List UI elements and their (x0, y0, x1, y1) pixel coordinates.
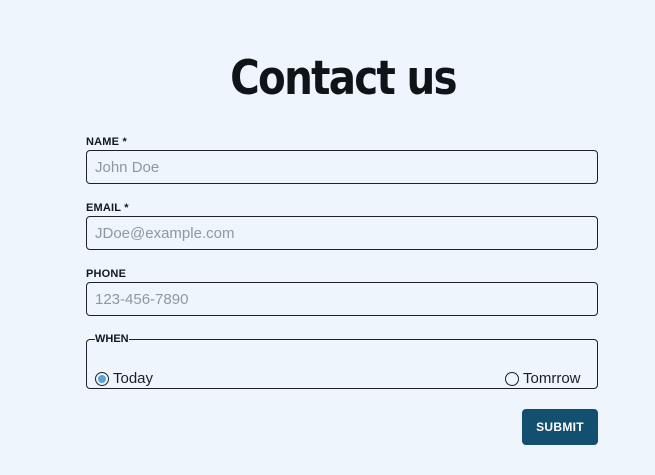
name-label: NAME * (86, 136, 127, 148)
radio-tomorrow[interactable]: Tomrrow (505, 371, 581, 387)
phone-label: PHONE (86, 268, 127, 280)
when-fieldset: WHEN Today Tomrrow (86, 333, 598, 389)
radio-today-label[interactable]: Today (113, 371, 153, 387)
when-legend: WHEN (95, 333, 129, 345)
phone-input[interactable] (86, 282, 598, 316)
name-input[interactable] (86, 150, 598, 184)
page-title: Contact us (230, 51, 458, 106)
submit-button[interactable]: SUBMIT (522, 409, 598, 445)
radio-today[interactable]: Today (95, 371, 153, 387)
radio-today-indicator[interactable] (95, 372, 109, 386)
radio-tomorrow-label[interactable]: Tomrrow (523, 371, 581, 387)
radio-tomorrow-indicator[interactable] (505, 372, 519, 386)
email-label: EMAIL * (86, 202, 129, 214)
email-input[interactable] (86, 216, 598, 250)
